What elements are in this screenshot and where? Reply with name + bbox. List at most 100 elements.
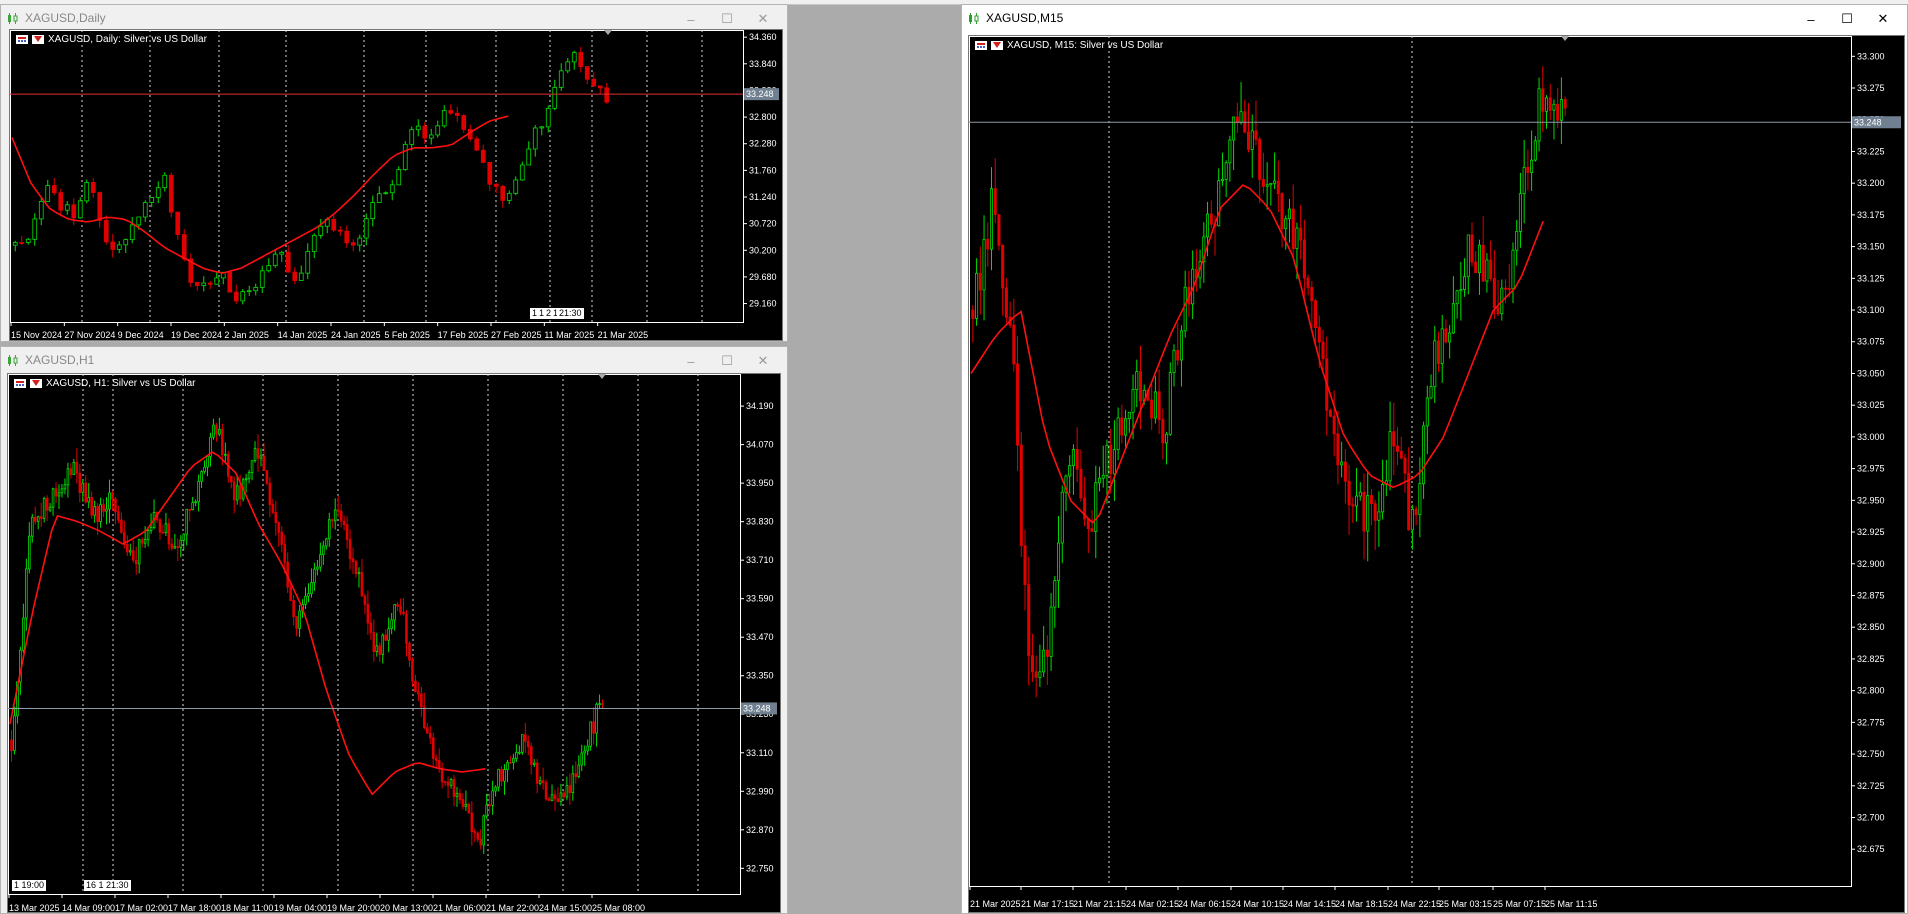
triangle-icon[interactable]: [991, 41, 1003, 50]
candle-body-144: [437, 759, 441, 769]
candle-body-72: [1239, 111, 1243, 123]
candle-body-81: [1273, 180, 1277, 184]
chart-window-m15[interactable]: XAGUSD,M15 – ☐ ✕ 33.30033.27533.25033.22…: [961, 4, 1908, 914]
chart-canvas[interactable]: 33.30033.27533.25033.22533.20033.17533.1…: [968, 35, 1905, 913]
candle-body-6: [28, 535, 31, 570]
x-tick-label-11: 25 Mar 08:00: [592, 903, 645, 912]
chart-window-daily[interactable]: XAGUSD,Daily – ☐ ✕ 34.36033.84033.32032.…: [0, 4, 788, 342]
candle-body-106: [325, 538, 328, 547]
candle-body-170: [515, 751, 518, 759]
close-button[interactable]: ✕: [1865, 9, 1901, 29]
candle-body-134: [408, 642, 411, 661]
chart-svg[interactable]: 34.190 34.070 33.950 33.830 33.710 33.590 33.4…: [8, 374, 780, 912]
triangle-icon[interactable]: [30, 379, 42, 388]
candle-body-82: [1276, 180, 1280, 194]
candle-body-172: [521, 734, 524, 753]
chart-svg[interactable]: 34.36033.84033.32032.80032.28031.76031.2…: [10, 30, 782, 340]
candle-body-70: [218, 428, 221, 435]
candle-body-13: [48, 506, 52, 511]
window-titlebar[interactable]: XAGUSD,Daily – ☐ ✕: [1, 5, 787, 31]
candle-body-186: [562, 792, 566, 798]
candle-body-70: [1232, 116, 1236, 141]
y-tick-label-10: 32.990: [746, 786, 774, 796]
candle-body-165: [500, 768, 503, 782]
chart-canvas[interactable]: 34.190 34.070 33.950 33.830 33.710 33.590 33.4…: [7, 373, 781, 913]
candle-body-21: [1049, 606, 1053, 657]
x-tick-label-9: 27 Feb 2025: [491, 330, 542, 340]
window-titlebar[interactable]: XAGUSD,M15 – ☐ ✕: [962, 5, 1907, 31]
candle-body-16: [1030, 655, 1034, 673]
current-price-label: 33.248: [743, 703, 771, 713]
candle-body-133: [1466, 234, 1470, 278]
candle-body-19: [1042, 649, 1046, 673]
candle-body-4: [22, 617, 25, 651]
candle-body-177: [535, 762, 539, 784]
y-tick-label-1: 33.840: [749, 59, 777, 69]
window-titlebar[interactable]: XAGUSD,H1 – ☐ ✕: [1, 347, 787, 373]
table-icon[interactable]: [975, 41, 987, 50]
candle-body-23: [1057, 542, 1061, 582]
close-button[interactable]: ✕: [745, 9, 781, 29]
minimize-button[interactable]: –: [673, 351, 709, 371]
maximize-button[interactable]: ☐: [709, 9, 745, 29]
y-tick-label-4: 33.200: [1857, 178, 1885, 188]
candle-body-130: [396, 604, 399, 607]
candle-body-38: [259, 270, 265, 288]
window-title: XAGUSD,H1: [25, 353, 95, 367]
chart-window-h1[interactable]: XAGUSD,H1 – ☐ ✕ 34.190 34.070 33.950 33.830…: [0, 346, 788, 914]
candle-body-36: [246, 290, 252, 293]
candle-body-149: [452, 779, 456, 797]
candle-body-5: [45, 185, 51, 202]
candle-body-117: [357, 572, 361, 575]
close-button[interactable]: ✕: [745, 351, 781, 371]
candle-body-55: [370, 202, 376, 220]
chart-shift-marker: [604, 30, 612, 35]
maximize-button[interactable]: ☐: [709, 351, 745, 371]
candle-body-150: [1530, 159, 1534, 173]
candle-body-90: [597, 85, 603, 89]
candle-body-162: [491, 790, 494, 806]
candle-body-20: [1045, 649, 1049, 657]
candle-body-100: [307, 593, 310, 597]
candle-body-14: [1023, 545, 1027, 585]
candle-body-107: [327, 519, 331, 540]
candle-body-9: [71, 204, 77, 219]
candle-body-5: [989, 188, 994, 250]
candle-body-108: [330, 519, 334, 522]
candle-body-25: [84, 482, 88, 503]
chart-header-text: XAGUSD, H1: Silver vs US Dollar: [46, 378, 196, 389]
triangle-icon[interactable]: [32, 35, 44, 44]
candle-body-140: [425, 727, 429, 734]
candle-body-130: [1455, 290, 1459, 305]
chart-canvas[interactable]: 34.36033.84033.32032.80032.28031.76031.2…: [9, 29, 783, 341]
candle-body-65: [203, 466, 206, 472]
candle-body-112: [1388, 431, 1392, 482]
candle-body-101: [1347, 480, 1351, 506]
chart-svg[interactable]: 33.30033.27533.25033.22533.20033.17533.1…: [969, 36, 1904, 912]
candle-body-19: [136, 216, 142, 226]
candle-body-69: [461, 115, 467, 130]
y-tick-label-24: 32.700: [1857, 812, 1885, 822]
y-tick-label-9: 29.680: [749, 272, 777, 282]
table-icon[interactable]: [16, 35, 28, 44]
candle-body-44: [140, 539, 144, 544]
candle-body-17: [123, 239, 129, 246]
candle-body-81: [539, 126, 545, 129]
candle-body-140: [1492, 278, 1496, 309]
candle-body-45: [143, 539, 147, 544]
minimize-button[interactable]: –: [1793, 9, 1829, 29]
x-tick-label-8: 17 Feb 2025: [438, 330, 489, 340]
candle-body-27: [1071, 449, 1075, 467]
table-icon[interactable]: [14, 379, 26, 388]
minimize-button[interactable]: –: [673, 9, 709, 29]
candle-body-72: [224, 453, 227, 456]
candle-body-90: [277, 522, 281, 533]
candle-body-138: [420, 693, 423, 708]
candle-body-30: [207, 282, 213, 285]
candle-body-80: [532, 127, 538, 150]
candle-body-47: [149, 527, 153, 531]
candle-body-89: [1302, 239, 1306, 279]
candle-body-101: [310, 582, 313, 595]
maximize-button[interactable]: ☐: [1829, 9, 1865, 29]
candle-body-189: [571, 773, 575, 793]
